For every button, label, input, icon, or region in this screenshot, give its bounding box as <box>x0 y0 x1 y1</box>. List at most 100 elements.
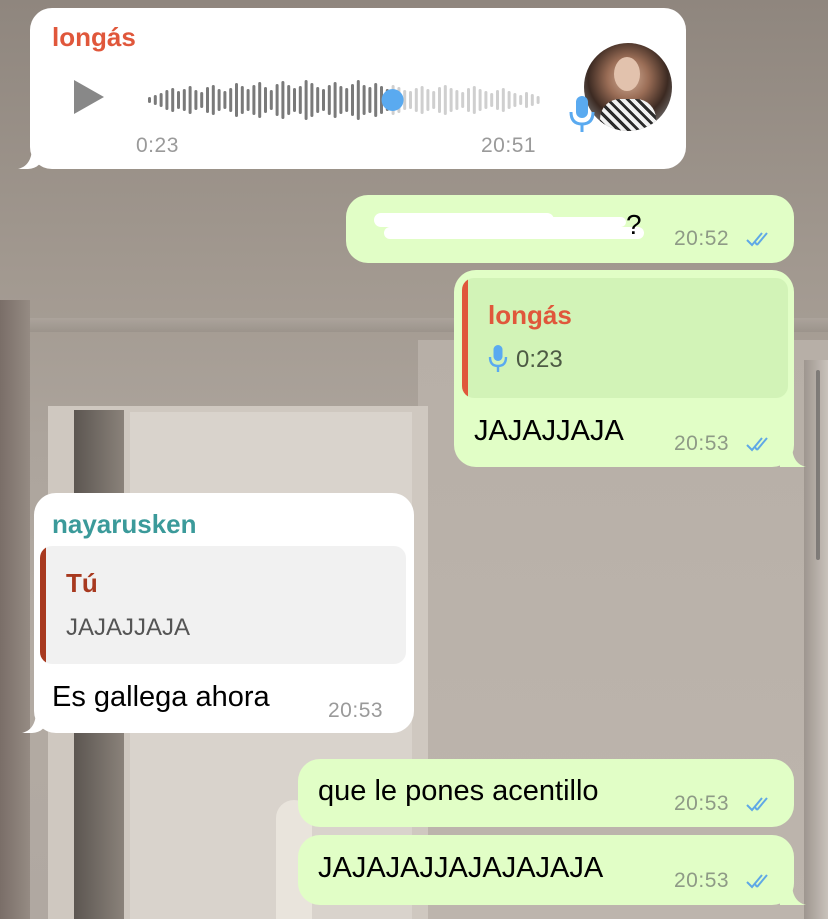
voice-duration: 0:23 <box>136 134 179 157</box>
waveform-bar <box>188 86 192 114</box>
waveform-bar <box>217 89 221 111</box>
waveform-bar <box>478 89 482 111</box>
reply-quote[interactable]: Tú JAJAJJAJA <box>40 546 406 664</box>
play-icon[interactable] <box>74 80 104 114</box>
mic-icon <box>569 96 595 132</box>
waveform-bar <box>258 82 262 118</box>
reply-preview: 0:23 <box>516 346 563 373</box>
sender-name: nayarusken <box>52 509 197 539</box>
waveform-bar <box>467 88 470 112</box>
waveform-bar <box>530 94 534 106</box>
waveform-bar <box>229 88 233 112</box>
waveform-bar <box>496 90 499 110</box>
message-bubble-jajaja[interactable]: JAJAJAJJAJAJAJAJA 20:53 <box>298 835 794 905</box>
reply-quote-bar <box>462 278 468 398</box>
redacted-scribble <box>476 217 626 227</box>
waveform-bar <box>304 80 308 120</box>
message-bubble-redacted[interactable]: ? 20:52 <box>346 195 794 263</box>
waveform-bar <box>194 90 198 110</box>
waveform-bar <box>426 89 430 111</box>
message-bubble-acentillo[interactable]: que le pones acentillo 20:53 <box>298 759 794 827</box>
read-checks-icon <box>746 232 768 247</box>
waveform-bar <box>177 91 180 109</box>
scroll-indicator[interactable] <box>816 370 820 560</box>
waveform-bar <box>171 88 175 112</box>
read-checks-icon <box>746 797 768 812</box>
message-time: 20:53 <box>674 432 730 455</box>
message-text: Es gallega ahora <box>52 681 270 713</box>
waveform-bar <box>374 83 378 117</box>
reply-sender: longás <box>488 300 572 330</box>
waveform-bar <box>461 92 465 108</box>
read-checks-icon <box>746 874 768 889</box>
message-time: 20:53 <box>674 792 730 815</box>
waveform-bar <box>240 86 244 114</box>
waveform-bar <box>298 86 302 114</box>
waveform-bar <box>501 88 505 112</box>
sender-name: longás <box>52 22 136 52</box>
waveform-bar <box>345 88 349 112</box>
waveform-bar <box>200 92 204 108</box>
waveform-bar <box>223 91 227 109</box>
message-time: 20:52 <box>674 227 730 250</box>
waveform-bar <box>420 86 424 114</box>
waveform-bar <box>519 95 523 105</box>
waveform-bar <box>153 95 157 105</box>
waveform-bar <box>264 87 267 113</box>
waveform-bar <box>322 89 325 111</box>
message-text: ? <box>626 209 642 240</box>
background-photo-detail <box>0 300 30 919</box>
waveform-bar <box>356 80 360 120</box>
redacted-scribble <box>384 227 644 239</box>
waveform-bar <box>206 87 209 113</box>
waveform-bar <box>252 85 256 115</box>
waveform-bar <box>455 90 459 110</box>
waveform-bar <box>362 85 366 115</box>
message-text: JAJAJAJJAJAJAJAJA <box>318 852 604 884</box>
waveform-bar <box>414 88 418 112</box>
waveform-bar <box>246 89 250 111</box>
message-text: que le pones acentillo <box>318 775 599 807</box>
avatar-face <box>614 57 640 91</box>
waveform-bar <box>513 93 517 107</box>
waveform-bar <box>507 91 511 109</box>
waveform-bar <box>472 86 476 114</box>
reply-sender: Tú <box>66 568 98 598</box>
waveform-bar <box>310 83 314 117</box>
waveform-bar <box>536 96 540 104</box>
waveform-bar <box>333 82 337 118</box>
waveform-bar <box>438 87 441 113</box>
waveform-bar <box>409 91 412 109</box>
playback-position-knob[interactable] <box>381 89 404 111</box>
avatar[interactable] <box>584 43 672 131</box>
waveform-bar <box>443 85 447 115</box>
reply-quote[interactable]: longás 0:23 <box>462 278 788 398</box>
waveform-bar <box>490 93 494 107</box>
waveform-bar <box>351 84 354 116</box>
waveform-bar <box>368 87 372 113</box>
read-checks-icon <box>746 437 768 452</box>
message-time: 20:53 <box>674 869 730 892</box>
message-text: JAJAJJAJA <box>474 415 624 447</box>
waveform-bar <box>432 91 436 109</box>
waveform-bar <box>525 92 528 108</box>
waveform-bar <box>182 89 186 111</box>
mic-icon <box>488 345 508 372</box>
avatar-shirt <box>600 99 656 131</box>
waveform-bar <box>235 83 238 117</box>
message-time: 20:51 <box>481 134 537 157</box>
waveform-bar <box>293 88 296 112</box>
waveform[interactable] <box>148 68 548 132</box>
message-bubble-gallega[interactable]: nayarusken Tú JAJAJJAJA Es gallega ahora… <box>34 493 414 733</box>
reply-preview: JAJAJJAJA <box>66 614 191 641</box>
waveform-bar <box>165 90 169 110</box>
waveform-bar <box>449 88 453 112</box>
waveform-bar <box>281 81 285 119</box>
waveform-bar <box>211 85 215 115</box>
message-bubble-reply-jaja[interactable]: longás 0:23 JAJAJJAJA 20:53 <box>454 270 794 467</box>
waveform-bar <box>287 85 291 115</box>
reply-quote-bar <box>40 546 46 664</box>
waveform-bar <box>316 87 320 113</box>
message-bubble-voice[interactable]: longás 0:23 20:51 <box>30 8 686 169</box>
waveform-bar <box>275 84 279 116</box>
